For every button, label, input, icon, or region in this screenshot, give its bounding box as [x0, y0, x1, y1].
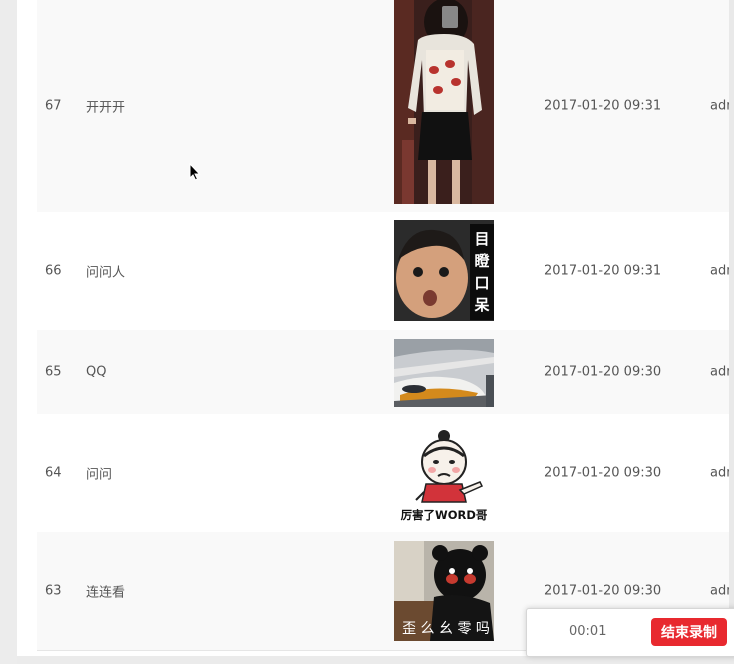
row-id: 67	[45, 98, 62, 114]
row-title[interactable]: 问问人	[86, 262, 125, 281]
table-row: 65 QQ 2017-01-20 09:30 admin	[37, 330, 734, 415]
row-id: 65	[45, 364, 62, 380]
row-id: 63	[45, 583, 62, 599]
screen-recorder-widget: 00:01 结束录制	[526, 608, 734, 657]
scrollbar[interactable]	[729, 0, 734, 664]
content-panel: 67 开开开 2017-01-20 09:31 ad 66 问问人 目 瞪 口 …	[17, 0, 734, 664]
row-date: 2017-01-20 09:30	[544, 465, 662, 481]
row-id: 66	[45, 263, 62, 279]
recording-timer: 00:01	[569, 624, 607, 639]
table-row: 64 问问 厉害了WORD哥 2017-01-20 09:30 ad	[37, 414, 734, 533]
page-bottom-edge	[17, 656, 734, 664]
row-title[interactable]: 开开开	[86, 97, 125, 116]
row-title[interactable]: QQ	[86, 365, 106, 380]
image-caption: 厉害了WORD哥	[401, 508, 488, 522]
table-row: 67 开开开 2017-01-20 09:31 ad	[37, 0, 734, 213]
image-caption: 口	[474, 274, 489, 292]
row-title[interactable]: 问问	[86, 464, 112, 483]
row-thumbnail[interactable]: 目 瞪 口 呆	[394, 220, 494, 321]
row-date: 2017-01-20 09:30	[544, 364, 662, 380]
row-title[interactable]: 连连看	[86, 582, 125, 601]
image-caption: 目	[474, 230, 489, 248]
row-date: 2017-01-20 09:31	[544, 98, 662, 114]
image-caption: 呆	[473, 296, 489, 314]
stop-recording-button[interactable]: 结束录制	[651, 618, 727, 646]
row-thumbnail[interactable]: 厉害了WORD哥	[394, 422, 494, 525]
row-thumbnail[interactable]: 歪 么 幺 零 吗	[394, 541, 494, 641]
sidebar-strip	[0, 0, 17, 664]
row-thumbnail[interactable]	[394, 339, 494, 407]
row-thumbnail[interactable]	[394, 0, 494, 204]
row-id: 64	[45, 465, 62, 481]
image-caption: 瞪	[474, 252, 490, 270]
row-date: 2017-01-20 09:31	[544, 263, 662, 279]
row-date: 2017-01-20 09:30	[544, 583, 662, 599]
image-caption: 歪 么 幺 零 吗	[402, 621, 490, 637]
table-row: 66 问问人 目 瞪 口 呆 2017-01-20 09:31 ad	[37, 212, 734, 331]
mouse-cursor-icon	[189, 163, 201, 181]
